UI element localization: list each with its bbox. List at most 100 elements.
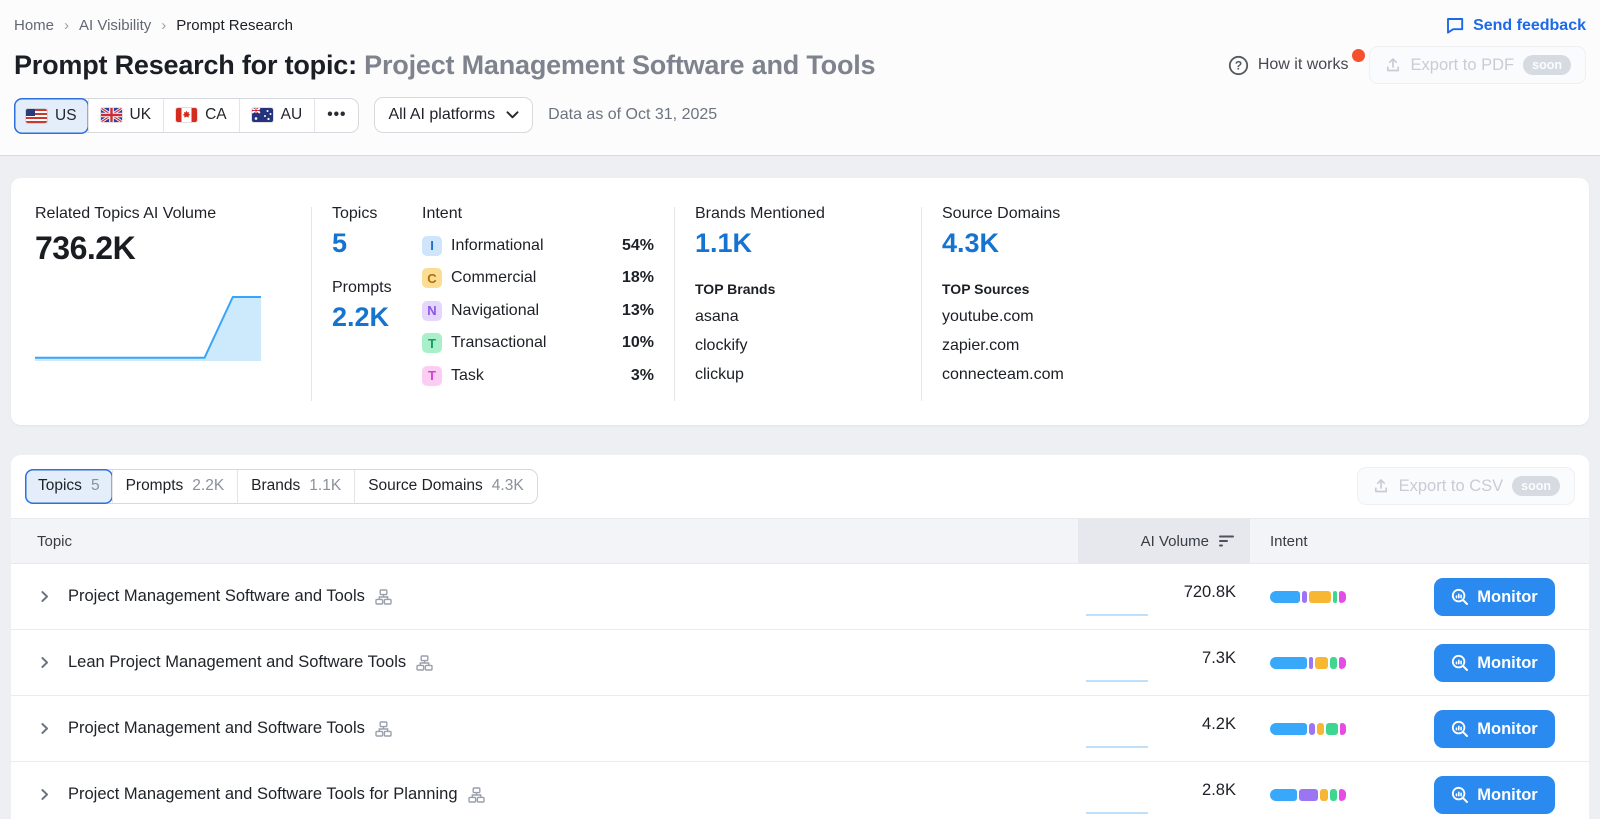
how-it-works-label: How it works — [1258, 56, 1349, 74]
tab-topics[interactable]: Topics5 — [25, 469, 113, 504]
sources-label: Source Domains — [942, 205, 1172, 223]
intent-column-header[interactable]: Intent — [1270, 533, 1308, 550]
svg-text:?: ? — [1235, 58, 1242, 72]
divider — [921, 207, 922, 401]
chevron-right-icon — [37, 655, 52, 670]
expand-row-button[interactable] — [37, 589, 52, 604]
topics-label: Topics — [332, 205, 422, 223]
related-volume-label: Related Topics AI Volume — [35, 205, 291, 223]
soon-badge: soon — [1512, 476, 1560, 496]
ellipsis-icon: ••• — [327, 106, 346, 124]
intent-row-commercial: C Commercial 18% — [422, 268, 654, 288]
monitor-button[interactable]: Monitor — [1434, 578, 1555, 616]
intent-name: Task — [451, 367, 484, 385]
country-tab-us[interactable]: US — [14, 98, 89, 134]
ai-volume-cell: 2.8K — [1078, 762, 1250, 819]
top-brand-item: asana — [695, 308, 901, 326]
send-feedback-label: Send feedback — [1473, 17, 1586, 35]
sources-value: 4.3K — [942, 228, 1172, 259]
ai-volume-cell: 7.3K — [1078, 630, 1250, 695]
tab-count: 5 — [91, 477, 100, 495]
monitor-label: Monitor — [1477, 786, 1537, 805]
country-tab-uk[interactable]: UK — [88, 99, 164, 132]
send-feedback-link[interactable]: Send feedback — [1445, 16, 1586, 35]
intent-segment-informational — [1270, 789, 1297, 801]
data-as-of-label: Data as of Oct 31, 2025 — [548, 106, 717, 124]
topic-link[interactable]: Project Management and Software Tools — [68, 719, 365, 738]
export-csv-button[interactable]: Export to CSV soon — [1357, 467, 1575, 505]
more-countries-button[interactable]: ••• — [314, 99, 358, 132]
monitor-button[interactable]: Monitor — [1434, 776, 1555, 814]
country-tab-ca[interactable]: CA — [163, 99, 239, 132]
notification-dot — [1352, 49, 1365, 62]
upload-icon — [1384, 56, 1402, 74]
intent-row-informational: I Informational 54% — [422, 236, 654, 256]
intent-segment-informational — [1270, 657, 1307, 669]
monitor-button[interactable]: Monitor — [1434, 710, 1555, 748]
tab-count: 1.1K — [309, 477, 341, 495]
summary-card: Related Topics AI Volume 736.2K Topics 5… — [11, 178, 1589, 425]
ai-platform-selected-value: All AI platforms — [388, 106, 495, 124]
page-title-prefix: Prompt Research for topic: — [14, 50, 364, 80]
how-it-works-link[interactable]: ? How it works — [1228, 55, 1349, 76]
breadcrumb-current: Prompt Research — [176, 17, 293, 34]
intent-distribution-bar — [1270, 789, 1346, 801]
upload-icon — [1372, 477, 1390, 495]
related-volume-section: Related Topics AI Volume 736.2K — [35, 205, 291, 425]
chevron-right-icon — [37, 787, 52, 802]
export-pdf-button[interactable]: Export to PDF soon — [1369, 46, 1586, 84]
breadcrumb-separator-icon: › — [161, 17, 166, 34]
expand-row-button[interactable] — [37, 721, 52, 736]
breadcrumb: Home › AI Visibility › Prompt Research S… — [14, 0, 1586, 35]
monitor-label: Monitor — [1477, 720, 1537, 739]
intent-segment-navigational — [1309, 723, 1314, 735]
intent-segment-informational — [1270, 723, 1307, 735]
expand-row-button[interactable] — [37, 655, 52, 670]
ai-platform-select[interactable]: All AI platforms — [374, 97, 533, 133]
tab-brands[interactable]: Brands1.1K — [237, 470, 354, 503]
monitor-magnifier-icon — [1451, 786, 1469, 804]
intent-distribution-bar — [1270, 723, 1346, 735]
topic-link[interactable]: Project Management Software and Tools — [68, 587, 365, 606]
ai-volume-value: 7.3K — [1202, 649, 1236, 668]
prompts-value: 2.2K — [332, 302, 422, 333]
tab-source-domains[interactable]: Source Domains4.3K — [354, 470, 536, 503]
monitor-button[interactable]: Monitor — [1434, 644, 1555, 682]
intent-segment-navigational — [1302, 591, 1307, 603]
country-tab-au[interactable]: AU — [239, 99, 315, 132]
ai-volume-value: 720.8K — [1184, 583, 1236, 602]
sitemap-icon — [375, 721, 392, 737]
tab-label: Prompts — [126, 477, 184, 495]
volume-trend-line — [1086, 746, 1148, 748]
intent-pct: 10% — [622, 334, 654, 352]
topics-prompts-section: Topics 5 Prompts 2.2K — [332, 205, 422, 425]
intent-row-transactional: T Transactional 10% — [422, 333, 654, 353]
tab-count: 2.2K — [192, 477, 224, 495]
intent-distribution-bar — [1270, 591, 1346, 603]
intent-name: Transactional — [451, 334, 546, 352]
intent-segment-task — [1339, 591, 1346, 603]
sitemap-icon — [468, 787, 485, 803]
breadcrumb-ai-visibility[interactable]: AI Visibility — [79, 17, 151, 34]
topic-link[interactable]: Project Management and Software Tools fo… — [68, 785, 458, 804]
topic-column-header[interactable]: Topic — [11, 533, 72, 550]
divider — [311, 207, 312, 401]
top-brand-item: clockify — [695, 337, 901, 355]
top-source-item: zapier.com — [942, 337, 1172, 355]
page-header: Home › AI Visibility › Prompt Research S… — [0, 0, 1600, 156]
country-tab-label: UK — [130, 106, 152, 124]
intent-distribution-bar — [1270, 657, 1346, 669]
intent-pct: 54% — [622, 237, 654, 255]
ai-volume-cell: 4.2K — [1078, 696, 1250, 761]
intent-segment-transactional — [1326, 723, 1338, 735]
expand-row-button[interactable] — [37, 787, 52, 802]
topic-link[interactable]: Lean Project Management and Software Too… — [68, 653, 406, 672]
top-source-item: youtube.com — [942, 308, 1172, 326]
tab-prompts[interactable]: Prompts 2.2K — [112, 470, 238, 503]
intent-segment-task — [1340, 723, 1346, 735]
ai-volume-column-header[interactable]: AI Volume — [1078, 519, 1250, 563]
intent-pct: 13% — [622, 302, 654, 320]
ai-volume-cell: 720.8K — [1078, 564, 1250, 629]
breadcrumb-home[interactable]: Home — [14, 17, 54, 34]
country-tabs: US UK CA AU ••• — [14, 98, 359, 133]
